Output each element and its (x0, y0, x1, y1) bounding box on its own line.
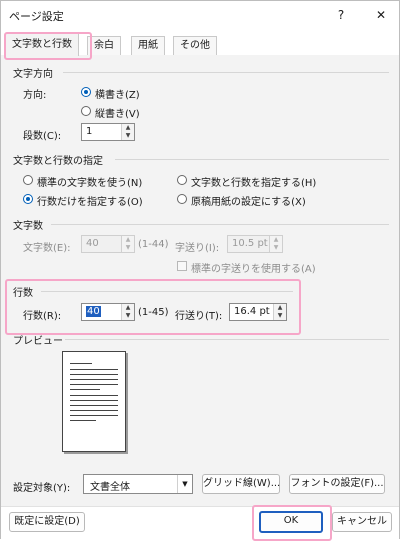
standard-pitch-checkbox[interactable] (177, 261, 187, 271)
lines-divider (41, 291, 293, 292)
direction-label: 方向: (23, 90, 47, 101)
line-count-spin-arrows[interactable]: ▲ ▼ (121, 304, 134, 320)
preview-section-title: プレビュー (13, 336, 63, 347)
columns-spin-arrows[interactable]: ▲ ▼ (121, 124, 134, 140)
font-settings-button[interactable]: フォントの設定(F)... (289, 474, 385, 494)
radio-lines-only[interactable] (23, 194, 33, 204)
grid-lines-button[interactable]: グリッド線(W)... (202, 474, 280, 494)
radio-chars-and-lines-label[interactable]: 文字数と行数を指定する(H) (191, 174, 316, 189)
char-count-spin-arrows[interactable]: ▲ ▼ (121, 236, 134, 252)
char-count-label: 文字数(E): (23, 243, 71, 254)
line-pitch-spin-arrows[interactable]: ▲ ▼ (273, 304, 286, 320)
char-pitch-label: 字送り(I): (175, 243, 220, 254)
page-preview (62, 351, 126, 452)
grid-section-title: 文字数と行数の指定 (13, 156, 103, 167)
chars-divider (51, 224, 389, 225)
columns-label: 段数(C): (23, 131, 62, 142)
tab-chars-lines[interactable]: 文字数と行数 (5, 33, 79, 56)
line-count-label: 行数(R): (23, 311, 62, 322)
cancel-button[interactable]: キャンセル (332, 512, 392, 532)
lines-section-title: 行数 (13, 288, 33, 299)
radio-vertical-label[interactable]: 縦書き(V) (95, 105, 140, 120)
tab-paper[interactable]: 用紙 (131, 36, 165, 55)
set-default-button[interactable]: 既定に設定(D) (9, 512, 85, 532)
char-pitch-value: 10.5 pt (232, 238, 268, 249)
char-count-spinner[interactable]: 40 ▲ ▼ (81, 235, 135, 253)
char-pitch-spin-arrows[interactable]: ▲ ▼ (269, 236, 282, 252)
apply-to-value: 文書全体 (90, 482, 130, 493)
page-setup-dialog: ページ設定 ? ✕ 文字数と行数 余白 用紙 その他 文字方向 方向: 横書き(… (0, 0, 400, 541)
columns-value: 1 (86, 126, 93, 137)
radio-chars-and-lines[interactable] (177, 175, 187, 185)
preview-divider (65, 339, 389, 340)
char-count-value: 40 (86, 238, 99, 249)
radio-standard-chars[interactable] (23, 175, 33, 185)
line-count-range: (1-45) (138, 307, 169, 318)
standard-pitch-label: 標準の字送りを使用する(A) (191, 264, 316, 275)
direction-section-title: 文字方向 (13, 69, 53, 80)
tab-other[interactable]: その他 (173, 36, 217, 55)
char-pitch-spinner[interactable]: 10.5 pt ▲ ▼ (227, 235, 283, 253)
radio-horizontal[interactable] (81, 87, 91, 97)
radio-vertical[interactable] (81, 106, 91, 116)
chevron-down-icon[interactable]: ▼ (177, 475, 192, 493)
apply-to-label: 設定対象(Y): (13, 483, 71, 494)
line-count-value: 40 (86, 306, 101, 317)
line-pitch-label: 行送り(T): (175, 311, 223, 322)
radio-manuscript-label[interactable]: 原稿用紙の設定にする(X) (191, 193, 306, 208)
radio-manuscript[interactable] (177, 194, 187, 204)
chars-section-title: 文字数 (13, 221, 43, 232)
line-pitch-spinner[interactable]: 16.4 pt ▲ ▼ (229, 303, 287, 321)
line-pitch-value: 16.4 pt (234, 306, 270, 317)
char-count-range: (1-44) (138, 239, 169, 250)
help-icon[interactable]: ? (331, 5, 351, 25)
radio-horizontal-label[interactable]: 横書き(Z) (95, 86, 140, 101)
ok-button[interactable]: OK (259, 511, 323, 533)
dialog-title: ページ設定 (9, 10, 64, 23)
title-bar: ページ設定 ? ✕ (1, 1, 399, 29)
grid-divider (115, 159, 389, 160)
line-count-spinner[interactable]: 40 ▲ ▼ (81, 303, 135, 321)
radio-lines-only-label[interactable]: 行数だけを指定する(O) (37, 193, 143, 208)
apply-to-combobox[interactable]: 文書全体 ▼ (83, 474, 193, 494)
direction-divider (63, 72, 389, 73)
close-icon[interactable]: ✕ (371, 5, 391, 25)
radio-standard-chars-label[interactable]: 標準の文字数を使う(N) (37, 174, 142, 189)
tab-margins[interactable]: 余白 (87, 36, 121, 55)
columns-spinner[interactable]: 1 ▲ ▼ (81, 123, 135, 141)
